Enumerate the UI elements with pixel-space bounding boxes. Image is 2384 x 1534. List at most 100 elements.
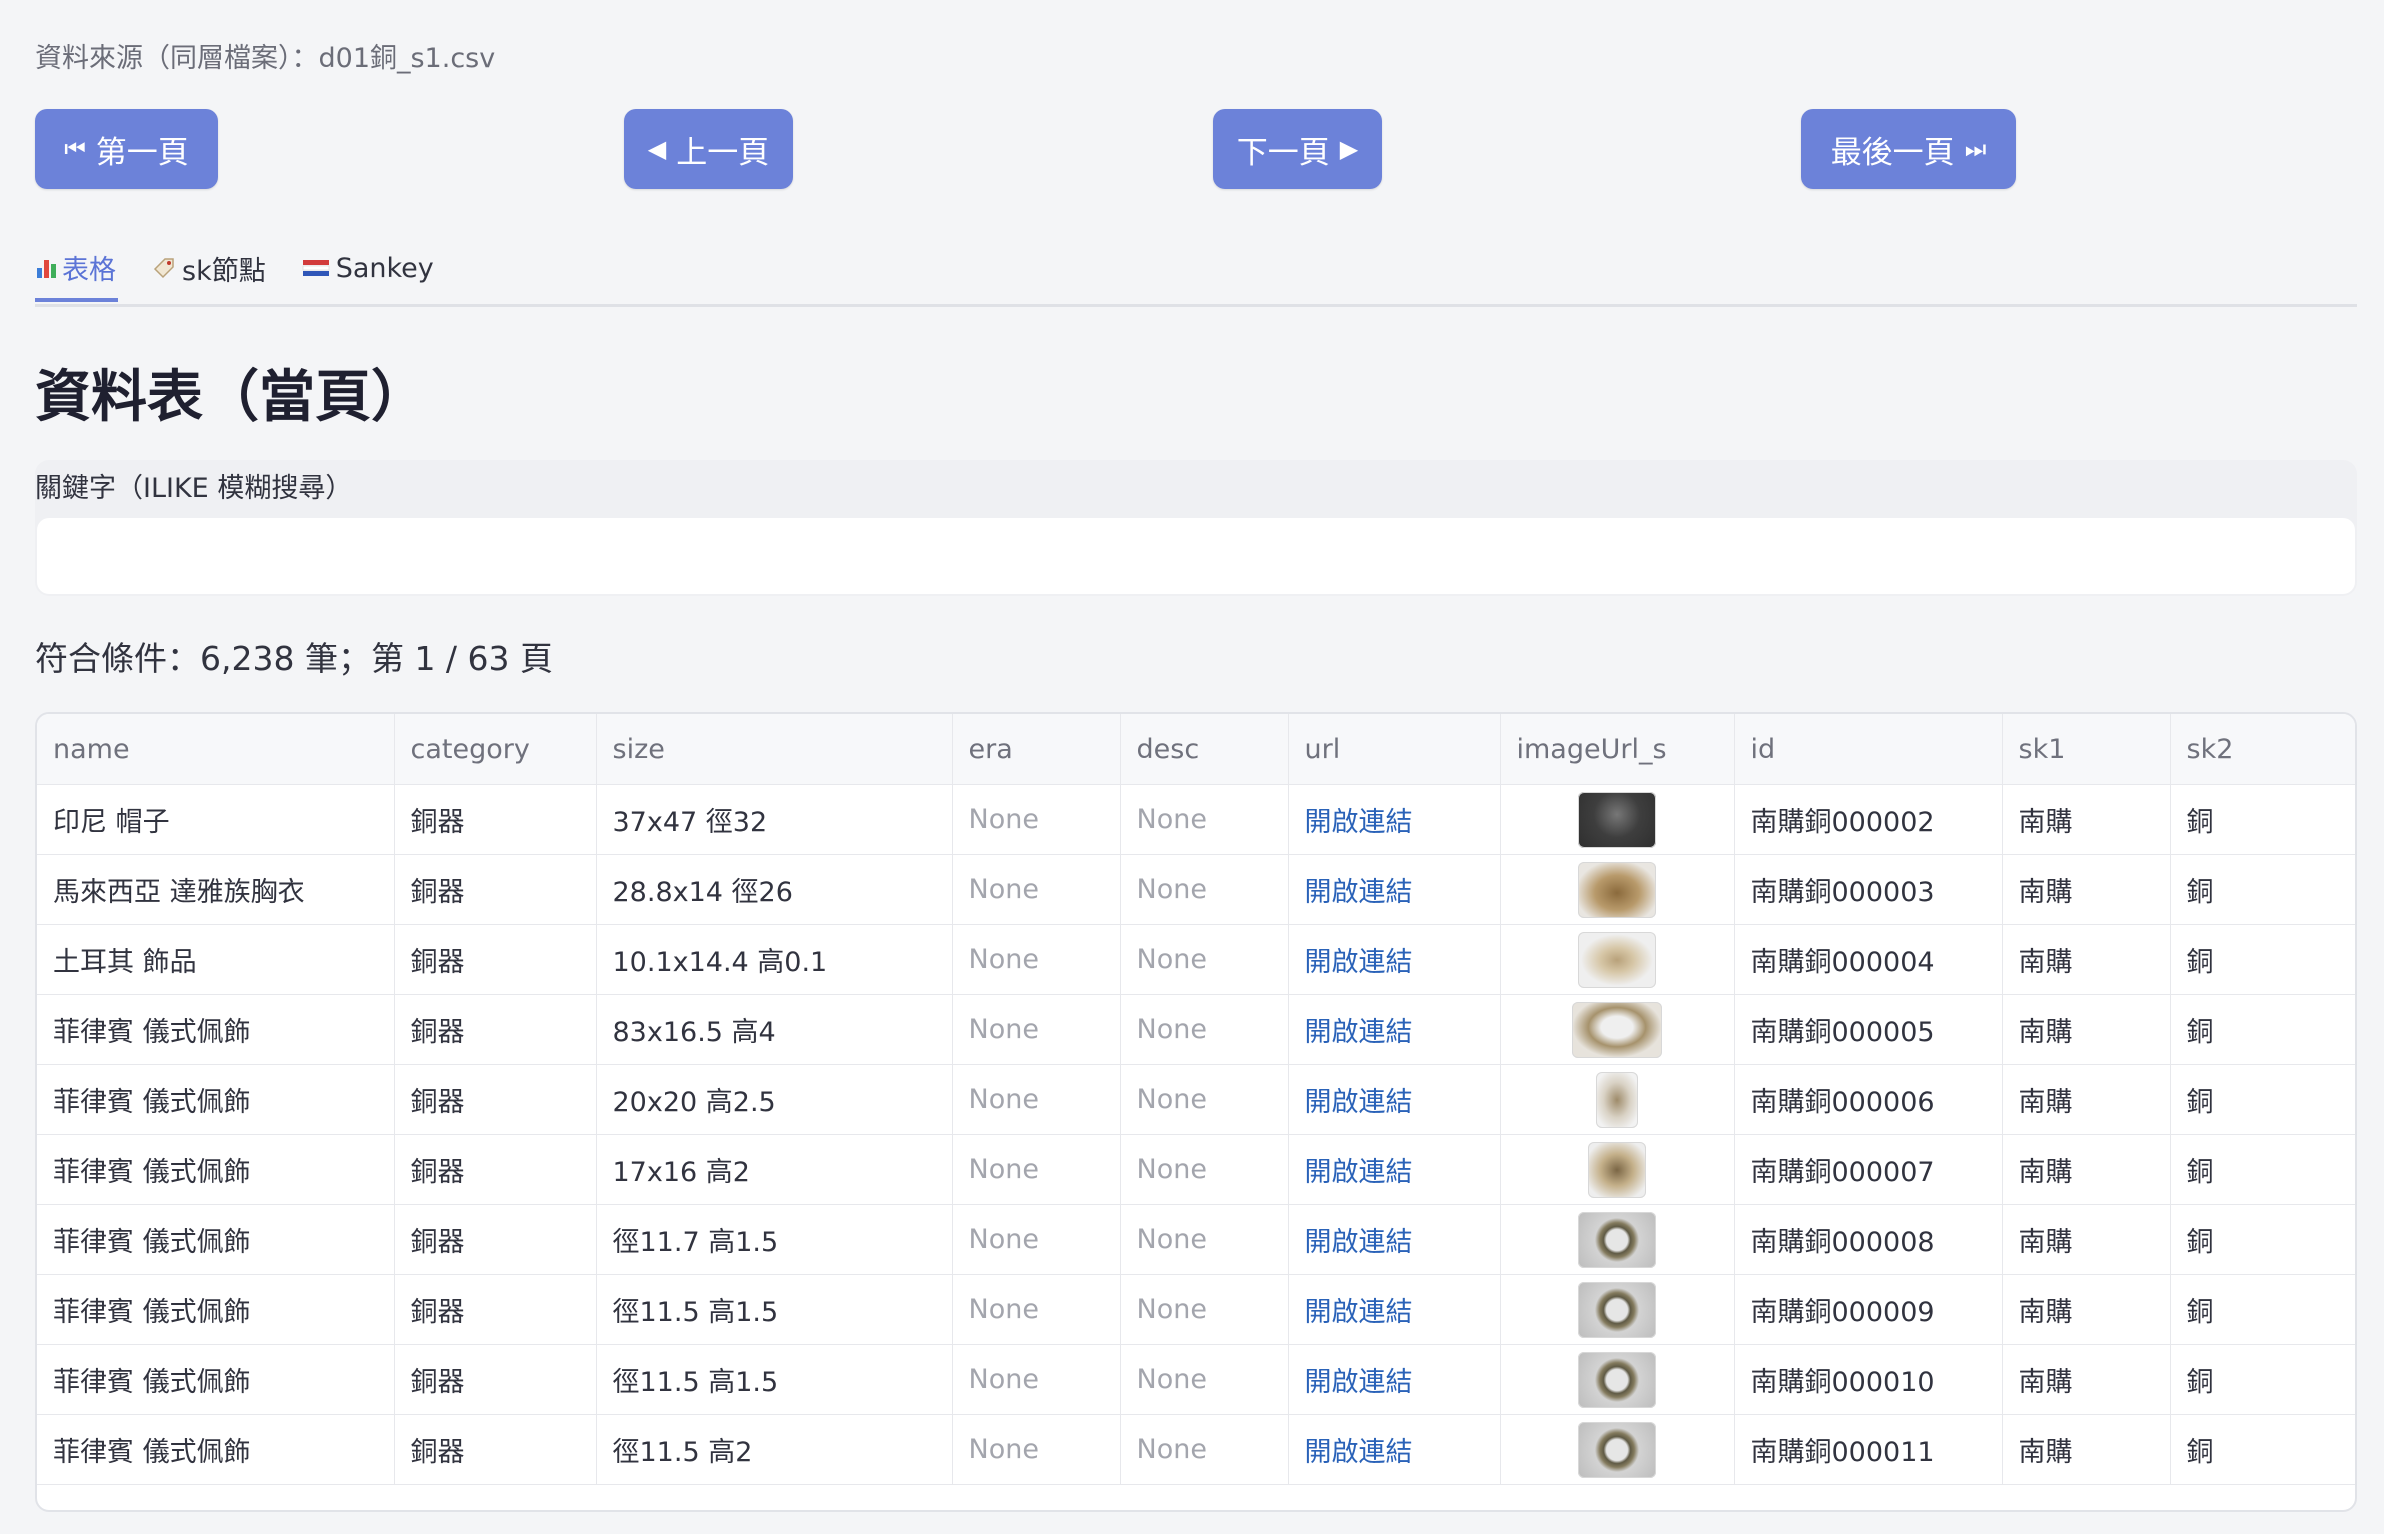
open-link[interactable]: 開啟連結 — [1305, 1227, 1413, 1258]
url-cell: 開啟連結 — [1288, 854, 1501, 925]
desc-cell: None — [1120, 1064, 1289, 1135]
column-header[interactable]: url — [1288, 714, 1501, 785]
triangle-right-icon: ▶ — [1339, 135, 1359, 163]
column-header[interactable]: category — [394, 714, 597, 785]
category-cell: 銅器 — [394, 994, 597, 1065]
sk2-cell: 銅 — [2170, 1274, 2355, 1345]
category-cell: 銅器 — [394, 1344, 597, 1415]
sk2-cell: 銅 — [2170, 1064, 2355, 1135]
era-cell: None — [952, 1064, 1121, 1135]
column-header[interactable]: size — [596, 714, 953, 785]
era-cell: None — [952, 1204, 1121, 1275]
column-header[interactable]: desc — [1120, 714, 1289, 785]
open-link[interactable]: 開啟連結 — [1305, 1297, 1413, 1328]
thumbnail-image — [1578, 931, 1656, 988]
tab-table-label: 表格 — [62, 254, 116, 286]
next-page-label: 下一頁 — [1236, 134, 1330, 171]
era-cell: None — [952, 854, 1121, 925]
size-cell: 10.1x14.4 高0.1 — [596, 924, 953, 995]
tab-sk-nodes[interactable]: sk節點 — [150, 236, 268, 300]
tab-table[interactable]: 表格 — [35, 236, 118, 302]
keyword-search-input[interactable] — [37, 518, 2355, 594]
url-cell: 開啟連結 — [1288, 1064, 1501, 1135]
sk1-cell: 南購 — [2002, 1204, 2171, 1275]
thumbnail-image — [1596, 1071, 1638, 1128]
column-header[interactable]: sk2 — [2170, 714, 2355, 785]
table-row[interactable]: 土耳其 飾品 銅器 10.1x14.4 高0.1 None None 開啟連結 南購銅000… — [37, 924, 2355, 995]
data-table: name category size era desc url imageUrl… — [37, 714, 2355, 1485]
desc-cell: None — [1120, 1134, 1289, 1205]
table-row[interactable]: 菲律賓 儀式佩飾 銅器 83x16.5 高4 None None 開啟連結 南購銅00000… — [37, 994, 2355, 1065]
column-header[interactable]: id — [1734, 714, 2003, 785]
sk1-cell: 南購 — [2002, 784, 2171, 855]
category-cell: 銅器 — [394, 784, 597, 855]
open-link[interactable]: 開啟連結 — [1305, 947, 1413, 978]
column-header[interactable]: era — [952, 714, 1121, 785]
open-link[interactable]: 開啟連結 — [1305, 877, 1413, 908]
search-label: 關鍵字（ILIKE 模糊搜尋） — [35, 473, 353, 504]
name-cell: 菲律賓 儀式佩飾 — [37, 1274, 395, 1345]
table-row[interactable]: 菲律賓 儀式佩飾 銅器 徑11.5 高1.5 None None 開啟連結 南購銅00000… — [37, 1274, 2355, 1345]
thumbnail-image — [1578, 861, 1656, 918]
id-cell: 南購銅000003 — [1734, 854, 2003, 925]
table-row[interactable]: 菲律賓 儀式佩飾 銅器 徑11.5 高2 None None 開啟連結 南購銅000011 南… — [37, 1414, 2355, 1485]
id-cell: 南購銅000005 — [1734, 994, 2003, 1065]
data-table-container[interactable]: name category size era desc url imageUrl… — [35, 712, 2357, 1512]
table-row[interactable]: 菲律賓 儀式佩飾 銅器 徑11.7 高1.5 None None 開啟連結 南購銅00000… — [37, 1204, 2355, 1275]
id-cell: 南購銅000009 — [1734, 1274, 2003, 1345]
table-row[interactable]: 印尼 帽子 銅器 37x47 徑32 None None 開啟連結 南購銅000002 南購銅 — [37, 784, 2355, 855]
table-row[interactable]: 菲律賓 儀式佩飾 銅器 17x16 高2 None None 開啟連結 南購銅000007 南… — [37, 1134, 2355, 1205]
desc-cell: None — [1120, 924, 1289, 995]
table-row[interactable]: 馬來西亞 達雅族胸衣 銅器 28.8x14 徑26 None None 開啟連結 南購銅00… — [37, 854, 2355, 925]
image-cell — [1500, 924, 1735, 995]
name-cell: 馬來西亞 達雅族胸衣 — [37, 854, 395, 925]
tab-sankey[interactable]: Sankey — [300, 236, 436, 300]
next-page-button[interactable]: 下一頁 ▶ — [1213, 109, 1382, 189]
sankey-flow-icon — [302, 257, 330, 279]
era-cell: None — [952, 1274, 1121, 1345]
last-page-button[interactable]: 最後一頁 ⏭ — [1801, 109, 2016, 189]
previous-page-button[interactable]: ◀ 上一頁 — [624, 109, 793, 189]
desc-cell: None — [1120, 994, 1289, 1065]
column-header[interactable]: name — [37, 714, 395, 785]
open-link[interactable]: 開啟連結 — [1305, 1157, 1413, 1188]
open-link[interactable]: 開啟連結 — [1305, 1017, 1413, 1048]
sk1-cell: 南購 — [2002, 1134, 2171, 1205]
era-cell: None — [952, 924, 1121, 995]
era-cell: None — [952, 1134, 1121, 1205]
first-page-button[interactable]: ⏮ 第一頁 — [35, 109, 218, 189]
name-cell: 菲律賓 儀式佩飾 — [37, 1204, 395, 1275]
page-title: 資料表（當頁） — [35, 365, 427, 430]
open-link[interactable]: 開啟連結 — [1305, 807, 1413, 838]
table-row[interactable]: 菲律賓 儀式佩飾 銅器 徑11.5 高1.5 None None 開啟連結 南購銅00001… — [37, 1344, 2355, 1415]
sk1-cell: 南購 — [2002, 1414, 2171, 1485]
id-cell: 南購銅000006 — [1734, 1064, 2003, 1135]
thumbnail-image — [1578, 1421, 1656, 1478]
sk1-cell: 南購 — [2002, 1064, 2171, 1135]
last-page-label: 最後一頁 — [1830, 134, 1955, 171]
thumbnail-image — [1572, 1001, 1662, 1058]
open-link[interactable]: 開啟連結 — [1305, 1437, 1413, 1468]
era-cell: None — [952, 1344, 1121, 1415]
column-header[interactable]: sk1 — [2002, 714, 2171, 785]
thumbnail-image — [1578, 1351, 1656, 1408]
category-cell: 銅器 — [394, 924, 597, 995]
table-row[interactable]: 菲律賓 儀式佩飾 銅器 20x20 高2.5 None None 開啟連結 南購銅00000… — [37, 1064, 2355, 1135]
image-cell — [1500, 854, 1735, 925]
open-link[interactable]: 開啟連結 — [1305, 1087, 1413, 1118]
column-header[interactable]: imageUrl_s — [1500, 714, 1735, 785]
sk1-cell: 南購 — [2002, 854, 2171, 925]
name-cell: 菲律賓 儀式佩飾 — [37, 1134, 395, 1205]
desc-cell: None — [1120, 854, 1289, 925]
open-link[interactable]: 開啟連結 — [1305, 1367, 1413, 1398]
era-cell: None — [952, 784, 1121, 855]
size-cell: 17x16 高2 — [596, 1134, 953, 1205]
skip-to-start-icon: ⏮ — [64, 135, 86, 163]
image-cell — [1500, 1064, 1735, 1135]
image-cell — [1500, 1204, 1735, 1275]
desc-cell: None — [1120, 1204, 1289, 1275]
id-cell: 南購銅000008 — [1734, 1204, 2003, 1275]
name-cell: 印尼 帽子 — [37, 784, 395, 855]
category-cell: 銅器 — [394, 1414, 597, 1485]
url-cell: 開啟連結 — [1288, 1204, 1501, 1275]
